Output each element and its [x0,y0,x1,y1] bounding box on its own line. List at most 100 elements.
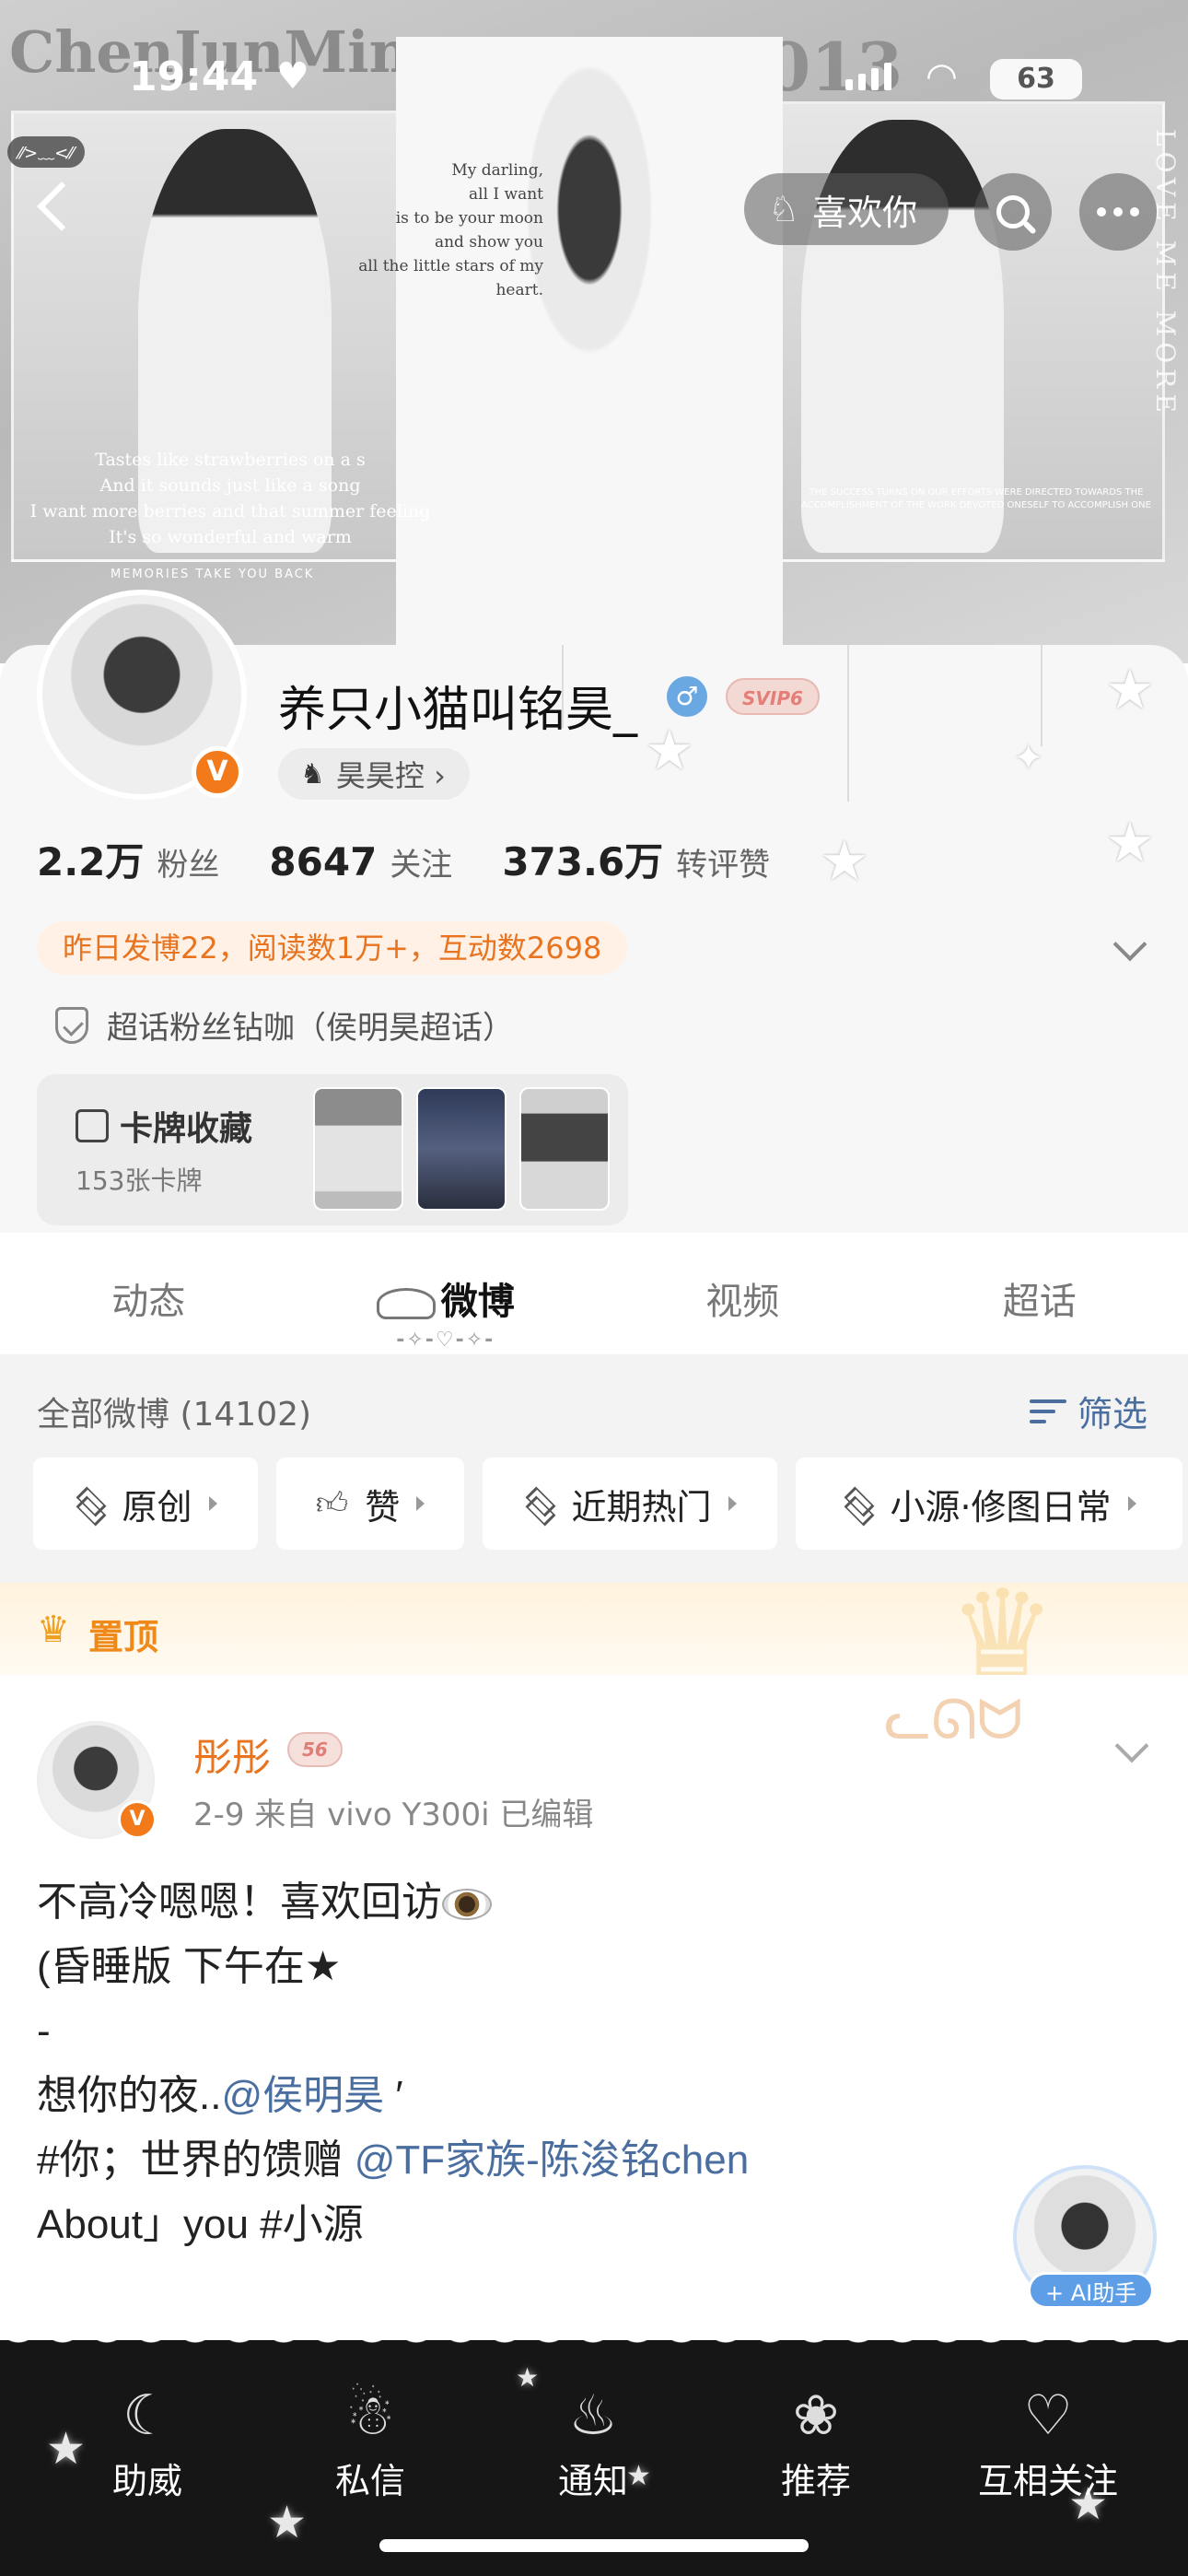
filter-button[interactable]: 筛选 [1029,1386,1147,1436]
card-collection-title: 卡牌收藏 [76,1102,252,1150]
status-time: 19:44 [129,53,259,100]
stat-label: 粉丝 [157,847,220,884]
profile-nickname: 养只小猫叫铭昊_ [278,683,638,738]
filter-chips: 原创 👍︎ 赞 近期热门 小源·修图日常 [33,1458,1182,1550]
filter-icon [1029,1396,1068,1427]
decor-line [1041,645,1042,746]
card-count: 153张卡牌 [76,1165,203,1196]
stat-interactions[interactable]: 373.6万 转评赞 [502,831,770,887]
bottom-tab-mutual[interactable]: ♡ 互相关注 [938,2379,1159,2503]
battery-indicator: 63 [990,59,1082,100]
pinned-label: 置顶 [88,1617,159,1657]
profile-tabs: 动态 微博 -✧-♡-✧- 视频 超话 [0,1233,1188,1354]
card-thumbnail[interactable] [519,1087,610,1211]
chip-label: 近期热门 [571,1486,712,1528]
ai-helper-label[interactable]: + AI助手 [1028,2272,1155,2309]
stat-number: 2.2万 [37,839,145,884]
chevron-down-icon[interactable] [1114,1728,1149,1763]
banner-small-tag: ⁄⁄>﹏<⁄⁄ [7,136,86,168]
tab-weibo[interactable]: 微博 -✧-♡-✧- [297,1233,595,1354]
fan-badge-label: 昊昊控 › [335,758,446,793]
post-body: 不高冷嗯嗯！喜欢回访 (昏睡版 下午在★ - 想你的夜..@侯明昊 ′ #你；世… [37,1870,1124,2257]
decor-line [847,645,849,802]
caret-right-icon [416,1496,425,1511]
milk-box-icon: ♡ [1023,2383,1073,2448]
chip-trending[interactable]: 近期热门 [483,1458,777,1550]
profile-banner: ChenJunMing 2013 ⁄⁄>﹏<⁄⁄ My darling, all… [0,0,1188,663]
back-icon[interactable] [24,175,79,240]
search-button[interactable] [974,173,1052,251]
home-indicator[interactable] [379,2539,809,2552]
filter-label: 筛选 [1077,1394,1147,1434]
mention-link[interactable]: @侯明昊 [221,2073,384,2118]
super-fan-row[interactable]: 超话粉丝钻咖（侯明昊超话） [55,1002,514,1048]
post-line: 不高冷嗯嗯！喜欢回访 [37,1870,1124,1935]
post-line: (昏睡版 下午在★ [37,1944,342,1989]
member-badge[interactable]: 56 [287,1732,343,1767]
tab-label: 视频 [705,1281,780,1323]
heart-icon: ♥ [276,55,309,98]
bottom-tab-bar: ★ ★ ★ ★ ★ ☾ 助威 ☃ 私信 ♨ 通知 ❀ 推荐 ♡ 互相关注 [0,2340,1188,2576]
chip-album[interactable]: 小源·修图日常 [796,1458,1182,1550]
stat-label: 关注 [390,847,453,884]
caret-right-icon [208,1496,217,1511]
more-button[interactable] [1079,173,1157,251]
mention-link[interactable]: @TF家族-陈浚铭chen [355,2137,749,2183]
chip-original[interactable]: 原创 [33,1458,258,1550]
banner-quote-right: THE SUCCESS TURNS ON OUR EFFORTS WERE DI… [801,487,1151,510]
card-collection[interactable]: 卡牌收藏 153张卡牌 [37,1074,628,1225]
activity-summary[interactable]: 昨日发博22，阅读数1万+，互动数2698 [37,921,628,975]
post-line: - [37,2008,51,2054]
banner-vertical-text: LOVE ME MORE [1150,129,1181,418]
candle-icon: ♨ [568,2383,618,2448]
crown-icon: ♛ [37,1609,70,1651]
stat-following[interactable]: 8647 关注 [269,839,452,884]
signal-icon [845,63,891,90]
chevron-down-icon[interactable] [1112,927,1147,962]
star-decor-icon: ★ [645,719,694,783]
profile-stats: 2.2万 粉丝 8647 关注 373.6万 转评赞 [37,831,770,887]
tab-supertopic[interactable]: 超话 [891,1233,1188,1354]
tab-video[interactable]: 视频 [594,1233,891,1354]
pinned-post: ᓚᘏᗢ V 彤彤 56 2-9 来自 vivo Y300i 已编辑 不高冷嗯嗯！… [0,1675,1188,2338]
card-thumbnail[interactable] [416,1087,507,1211]
hat-icon [376,1288,436,1319]
bottom-tab-cheer[interactable]: ☾ 助威 [46,2379,249,2503]
fan-badge[interactable]: ♞ 昊昊控 › [278,748,470,800]
banner-photo-center [396,37,783,654]
like-button[interactable]: ♘ 喜欢你 [744,173,949,245]
stat-followers[interactable]: 2.2万 粉丝 [37,831,219,887]
banner-quote-left: Tastes like strawberries on a s And it s… [29,450,431,547]
bottom-tab-label: 私信 [334,2461,405,2501]
bottom-tab-label: 互相关注 [977,2461,1118,2501]
svip-badge[interactable]: SVIP6 [726,678,820,715]
chip-label: 赞 [365,1486,401,1528]
bottom-tab-recommend[interactable]: ❀ 推荐 [715,2379,917,2503]
bottom-tab-label: 助威 [111,2461,182,2501]
stat-number: 373.6万 [502,839,664,884]
layers-icon [74,1488,105,1519]
chip-liked[interactable]: 👍︎ 赞 [276,1458,464,1550]
shield-icon [55,1006,88,1044]
thumbs-up-icon: 👍︎ [315,1484,349,1522]
star-decor-icon: ★ [267,2497,308,2548]
feed-count: 全部微博 (14102) [37,1396,312,1434]
bottom-tab-label: 通知 [557,2461,628,2501]
bear-icon: ❀ [792,2383,840,2448]
post-line: 想你的夜..@侯明昊 ′ [37,2073,403,2118]
card-thumbnail[interactable] [313,1087,403,1211]
card-icon [76,1109,109,1142]
bottom-tab-messages[interactable]: ☃ 私信 [269,2379,472,2503]
post-meta: 2-9 来自 vivo Y300i 已编辑 [193,1797,594,1833]
moon-icon: ☾ [122,2383,172,2448]
verified-icon: V [118,1800,157,1839]
post-author[interactable]: 彤彤 [193,1727,271,1783]
pinned-banner: ♛ 置顶 ♛ [0,1574,1188,1693]
tab-activity[interactable]: 动态 [0,1233,297,1354]
scallop-decor [0,2340,1188,2359]
eye-emoji-icon [442,1889,492,1921]
post-line: #你；世界的馈赠 @TF家族-陈浚铭chen [37,2137,750,2183]
feed-header: 全部微博 (14102) 筛选 原创 👍︎ 赞 近期热门 小源·修图日常 [0,1354,1188,1583]
tab-label: 微博 [440,1281,515,1323]
bottom-tab-notifications[interactable]: ♨ 通知 [492,2379,694,2503]
